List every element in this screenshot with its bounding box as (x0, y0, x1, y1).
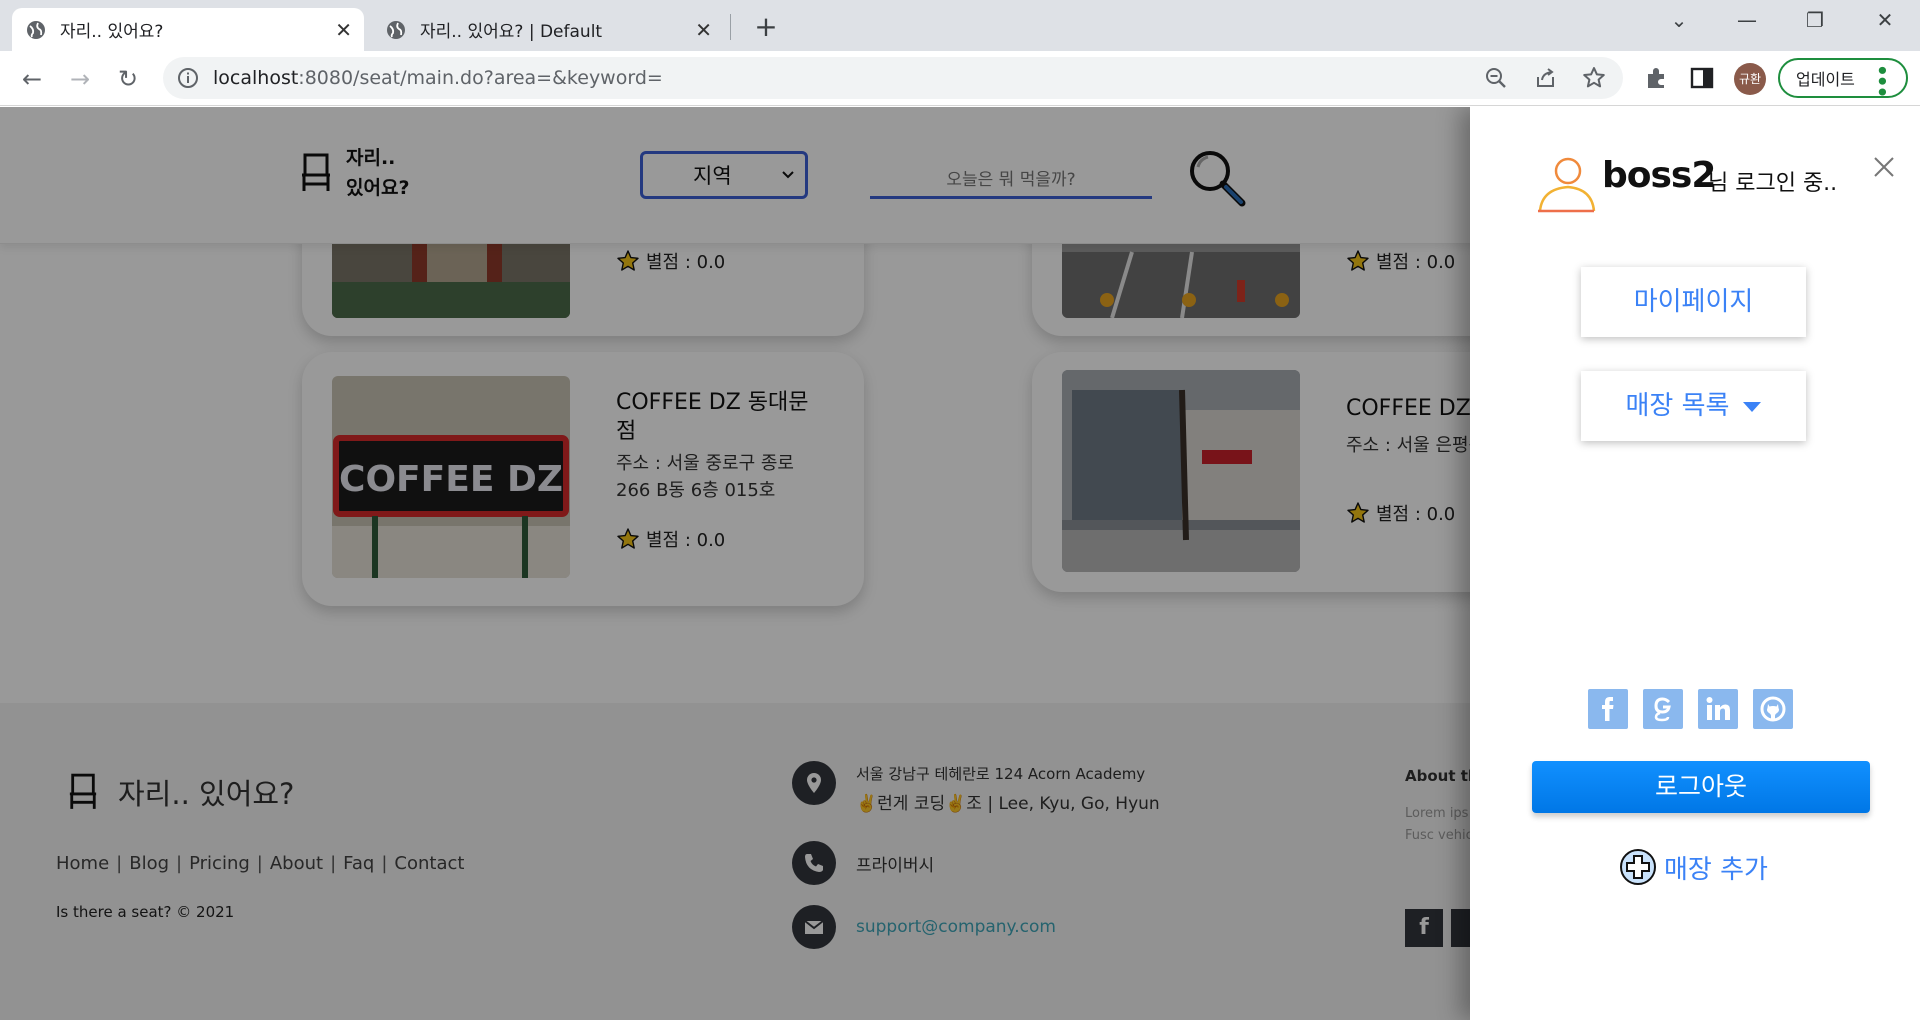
logout-button[interactable]: 로그아웃 (1532, 761, 1870, 813)
zoom-out-icon[interactable] (1483, 65, 1509, 91)
add-store-label: 매장 추가 (1664, 854, 1768, 885)
globe-icon (27, 20, 45, 39)
browser-toolbar: ← → ↻ localhost:8080/seat/main.do?area=&… (0, 51, 1920, 106)
menu-dots-icon: ••• (1870, 64, 1894, 97)
new-tab-icon[interactable]: + (750, 10, 782, 43)
facebook-icon[interactable] (1588, 689, 1628, 729)
globe-icon (387, 20, 405, 39)
profile-avatar[interactable]: 규환 (1734, 63, 1766, 95)
window-close-icon[interactable]: ✕ (1870, 8, 1900, 32)
tab-close-icon[interactable]: ✕ (335, 18, 352, 42)
plus-circle-icon (1620, 849, 1656, 885)
tab-title: 자리.. 있어요? (60, 22, 164, 42)
browser-tab[interactable]: 자리.. 있어요? | Default ✕ (372, 8, 724, 51)
add-store-button[interactable]: 매장 추가 (1618, 847, 1768, 887)
store-list-dropdown[interactable]: 매장 목록 (1581, 371, 1806, 441)
tab-separator (730, 14, 731, 40)
caret-down-icon (1743, 401, 1762, 412)
site-info-icon[interactable] (177, 67, 199, 89)
chrome-update-button[interactable]: 업데이트 ••• (1778, 58, 1908, 98)
extensions-icon[interactable] (1642, 64, 1670, 92)
tab-search-icon[interactable]: ⌄ (1664, 8, 1694, 32)
linkedin-icon[interactable] (1698, 689, 1738, 729)
panel-username: boss2 (1602, 155, 1716, 196)
browser-tab-active[interactable]: 자리.. 있어요? ✕ (12, 8, 364, 51)
url-text: localhost:8080/seat/main.do?area=&keywor… (213, 67, 663, 89)
google-icon[interactable] (1643, 689, 1683, 729)
tab-title: 자리.. 있어요? | Default (420, 22, 603, 42)
store-list-label: 매장 목록 (1625, 391, 1730, 421)
browser-tab-bar: 자리.. 있어요? ✕ 자리.. 있어요? | Default ✕ + ⌄ — … (0, 0, 1920, 51)
url-host: localhost (213, 67, 299, 89)
close-icon[interactable] (1870, 153, 1898, 181)
reload-icon[interactable]: ↻ (112, 63, 144, 95)
update-label: 업데이트 (1796, 70, 1855, 89)
address-bar[interactable]: localhost:8080/seat/main.do?area=&keywor… (163, 57, 1623, 99)
restore-icon[interactable]: ❐ (1800, 8, 1830, 32)
mypage-button[interactable]: 마이페이지 (1581, 267, 1806, 337)
github-icon[interactable] (1753, 689, 1793, 729)
url-path: :8080/seat/main.do?area=&keyword= (298, 67, 663, 89)
back-icon[interactable]: ← (16, 63, 48, 95)
user-avatar-icon (1538, 157, 1596, 213)
web-page: 자리.. 있어요? 지역 별점 : 0.0 (0, 107, 1920, 1020)
bookmark-star-icon[interactable] (1581, 65, 1607, 91)
forward-icon[interactable]: → (64, 63, 96, 95)
share-icon[interactable] (1533, 65, 1559, 91)
panel-login-status: 님 로그인 중.. (1708, 171, 1838, 196)
tab-close-icon[interactable]: ✕ (695, 18, 712, 42)
user-side-panel: boss2 님 로그인 중.. 마이페이지 매장 목록 로그아웃 매장 추가 (1470, 107, 1920, 1020)
minimize-icon[interactable]: — (1732, 8, 1762, 32)
side-panel-icon[interactable] (1688, 64, 1716, 92)
